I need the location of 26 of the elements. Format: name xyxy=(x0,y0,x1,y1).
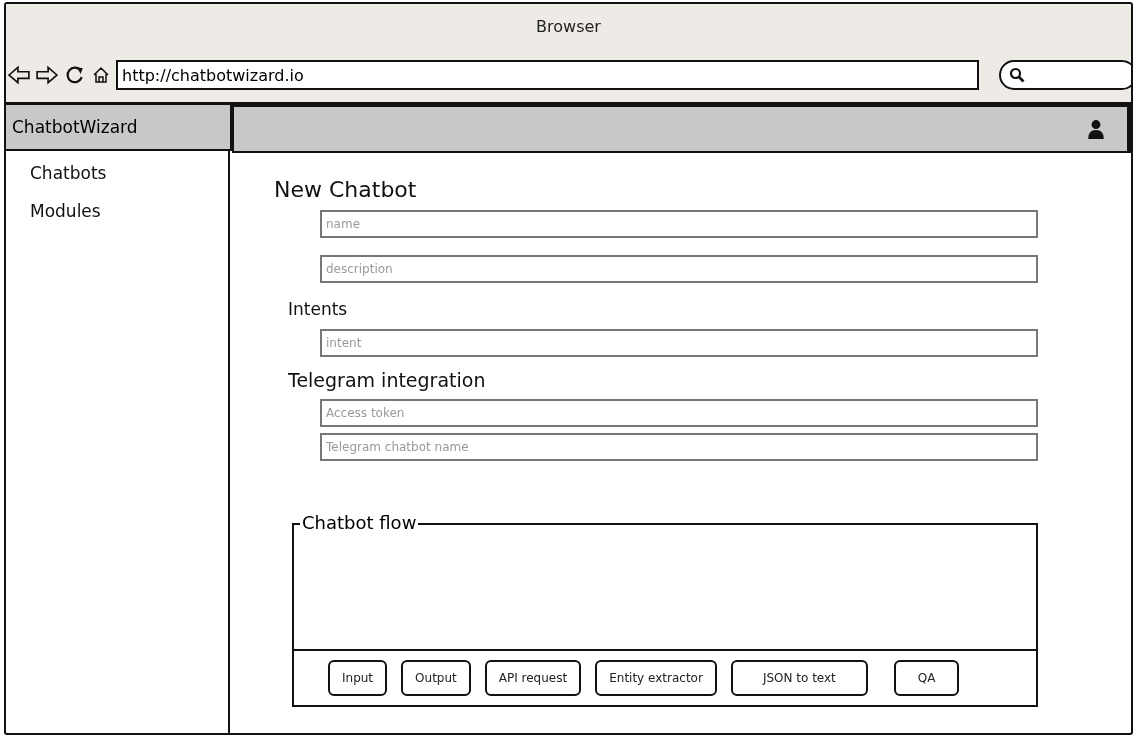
section-heading: Telegram integration xyxy=(288,369,487,391)
app-name: ChatbotWizard xyxy=(6,105,232,151)
window-title: Browser xyxy=(536,16,601,36)
address-field[interactable]: http://chatbotwizard.io xyxy=(116,60,979,90)
user-icon[interactable] xyxy=(1087,119,1105,139)
text-field[interactable]: description xyxy=(320,255,1038,283)
module-button[interactable]: Entity extractor xyxy=(595,660,717,696)
sidebar-item[interactable]: Chatbots xyxy=(6,151,228,189)
search-field[interactable] xyxy=(999,60,1131,90)
search-icon xyxy=(1009,67,1025,83)
module-button[interactable]: Input xyxy=(328,660,388,696)
forward-icon[interactable] xyxy=(36,65,58,85)
text-field[interactable]: intent xyxy=(320,329,1038,357)
page-title: New Chatbot xyxy=(274,177,418,202)
section-heading: Intents xyxy=(288,299,349,319)
home-icon[interactable] xyxy=(92,66,110,84)
module-button[interactable]: Output xyxy=(401,660,471,696)
module-button[interactable]: JSON to text xyxy=(730,660,868,696)
text-field[interactable]: name xyxy=(320,210,1038,238)
module-button[interactable]: QA xyxy=(893,660,960,696)
back-icon[interactable] xyxy=(8,65,30,85)
text-field[interactable]: Telegram chatbot name xyxy=(320,433,1038,461)
sidebar-item[interactable]: Modules xyxy=(6,189,228,227)
module-button[interactable]: API request xyxy=(484,660,582,696)
reload-icon[interactable] xyxy=(64,65,86,85)
text-field[interactable]: Access token xyxy=(320,399,1038,427)
